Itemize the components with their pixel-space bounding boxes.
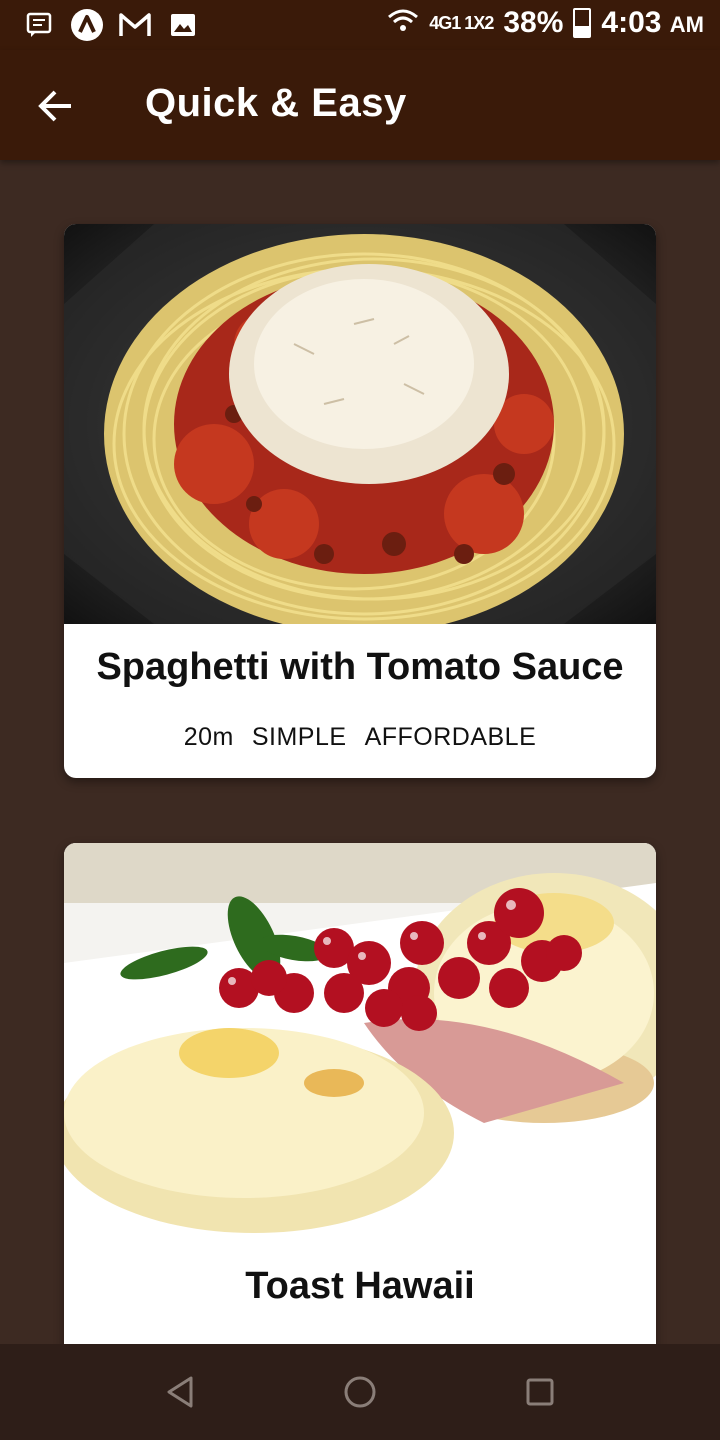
message-icon xyxy=(22,8,56,42)
nav-home-button[interactable] xyxy=(342,1374,378,1410)
system-status: 4G1 1X2 38% 4:03 AM xyxy=(387,6,704,40)
meal-duration: 20m xyxy=(183,723,234,751)
battery-percent: 38% xyxy=(503,6,564,39)
meal-affordability: AFFORDABLE xyxy=(364,723,537,751)
meal-title: Spaghetti with Tomato Sauce xyxy=(96,646,624,688)
meal-card-spaghetti[interactable]: Spaghetti with Tomato Sauce 20m SIMPLE A… xyxy=(64,224,656,778)
clock-time: 4:03 xyxy=(601,6,662,39)
app-a-icon xyxy=(70,8,104,42)
arrow-left-icon xyxy=(38,90,71,122)
meal-list[interactable]: Spaghetti with Tomato Sauce 20m SIMPLE A… xyxy=(0,160,720,1344)
back-button[interactable] xyxy=(30,80,82,132)
meal-card-toast-hawaii[interactable]: Toast Hawaii xyxy=(64,843,656,1344)
meal-complexity: SIMPLE xyxy=(251,723,347,751)
clock: 4:03 AM xyxy=(601,6,704,40)
battery-level-fill xyxy=(575,26,590,36)
nav-back-button[interactable] xyxy=(162,1374,198,1410)
home-circle-icon xyxy=(344,1376,376,1408)
sim2-label: 2 xyxy=(484,12,494,33)
status-bar: 4G1 1X2 38% 4:03 AM xyxy=(0,0,720,50)
signal-icon: 4G1 1X2 xyxy=(429,12,494,34)
meal-image-toast-hawaii xyxy=(64,843,656,1243)
meal-image-spaghetti xyxy=(64,224,656,624)
nav-recents-button[interactable] xyxy=(522,1374,558,1410)
wifi-icon xyxy=(387,6,419,40)
gmail-icon xyxy=(118,8,152,42)
back-triangle-icon xyxy=(167,1376,193,1408)
navigation-bar xyxy=(0,1344,720,1440)
app-bar: Quick & Easy xyxy=(0,50,720,160)
network-label: 4G xyxy=(429,12,452,33)
image-icon xyxy=(166,8,200,42)
battery-icon xyxy=(573,8,592,38)
meal-title: Toast Hawaii xyxy=(245,1265,475,1307)
page-title: Quick & Easy xyxy=(145,81,407,125)
clock-ampm: AM xyxy=(669,12,704,37)
notification-icons xyxy=(22,8,200,42)
sim1-label: 1 xyxy=(451,12,461,33)
meal-meta: 20m SIMPLE AFFORDABLE xyxy=(64,723,656,752)
recents-square-icon xyxy=(526,1378,554,1406)
network2-label: 1X xyxy=(464,12,485,33)
